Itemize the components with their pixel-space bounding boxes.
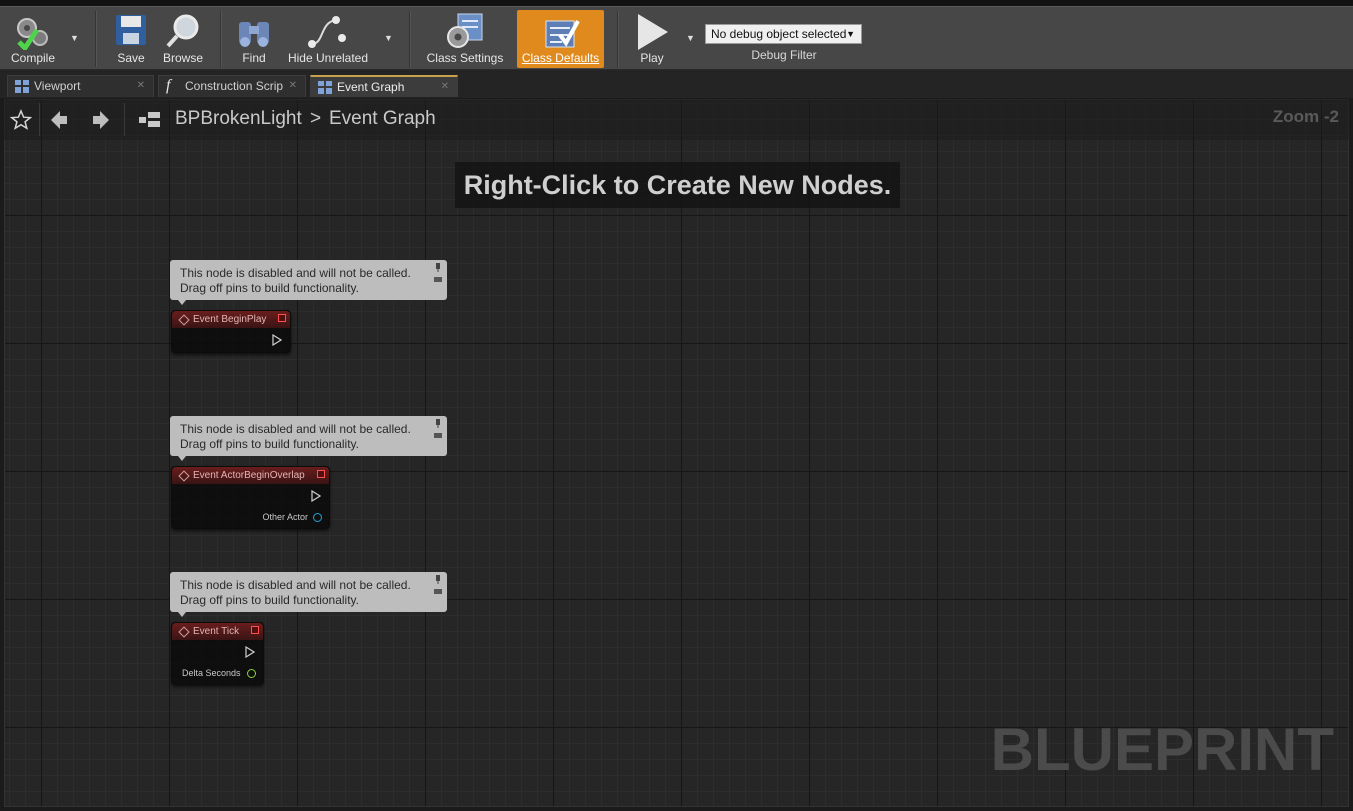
compile-options-chevron-icon[interactable]: ▼ <box>70 33 79 43</box>
exec-pin-icon[interactable] <box>272 334 282 346</box>
toolbar-separator <box>220 11 222 67</box>
hide-unrelated-options-chevron-icon[interactable]: ▼ <box>384 33 393 43</box>
disabled-indicator-icon <box>251 626 259 634</box>
compile-button[interactable]: Compile <box>5 7 61 70</box>
document-tab-bar: Viewport ✕ f Construction Scrip ✕ Event … <box>0 70 1353 98</box>
class-settings-icon <box>447 13 483 48</box>
event-node-beginplay[interactable]: Event BeginPlay <box>171 310 291 353</box>
find-button[interactable]: Find <box>232 7 276 70</box>
node-comment-bubble: This node is disabled and will not be ca… <box>170 260 447 305</box>
class-defaults-button[interactable]: Class Defaults <box>517 10 604 68</box>
toolbar-separator <box>409 11 411 67</box>
zoom-level: Zoom -2 <box>1272 107 1339 126</box>
toolbar-separator <box>95 11 97 67</box>
magnifier-icon <box>166 14 199 48</box>
event-node-tick[interactable]: Event Tick Delta Seconds <box>171 622 264 685</box>
save-icon <box>116 15 146 45</box>
pin-label: Other Actor <box>262 512 308 522</box>
node-comment-bubble: This node is disabled and will not be ca… <box>170 572 447 617</box>
pin-icon[interactable] <box>433 419 443 439</box>
event-graph-icon <box>318 81 332 94</box>
disabled-indicator-icon <box>317 470 325 478</box>
exec-pin-icon[interactable] <box>311 490 321 502</box>
pin-label: Delta Seconds <box>182 668 241 678</box>
close-icon[interactable]: ✕ <box>289 76 297 96</box>
debug-filter-label: Debug Filter <box>751 48 817 62</box>
nav-separator <box>124 103 125 136</box>
float-pin-icon[interactable] <box>247 669 256 678</box>
save-button[interactable]: Save <box>108 7 154 70</box>
play-options-chevron-icon[interactable]: ▼ <box>686 33 695 43</box>
pin-icon[interactable] <box>433 575 443 595</box>
toolbar-separator <box>617 11 619 67</box>
graph-nav-bar: BPBrokenLight > Event Graph Zoom -2 <box>4 99 1349 140</box>
event-node-actorbeginoverlap[interactable]: Event ActorBeginOverlap Other Actor <box>171 466 330 529</box>
back-arrow-icon[interactable] <box>49 109 69 131</box>
tab-event-graph[interactable]: Event Graph ✕ <box>310 75 458 97</box>
play-icon <box>638 14 668 50</box>
nav-separator <box>39 103 40 136</box>
close-icon[interactable]: ✕ <box>137 76 145 96</box>
graph-canvas[interactable]: Right-Click to Create New Nodes. This no… <box>4 99 1349 807</box>
debug-object-select[interactable]: No debug object selected ▼ <box>705 24 862 44</box>
forward-arrow-icon[interactable] <box>91 109 111 131</box>
hide-unrelated-button[interactable]: Hide Unrelated <box>285 7 371 70</box>
viewport-icon <box>15 80 29 93</box>
disabled-indicator-icon <box>278 314 286 322</box>
browse-button[interactable]: Browse <box>160 7 206 70</box>
node-comment-bubble: This node is disabled and will not be ca… <box>170 416 447 461</box>
class-settings-button[interactable]: Class Settings <box>422 7 508 70</box>
tab-construction-script[interactable]: f Construction Scrip ✕ <box>158 75 306 97</box>
chevron-down-icon: ▼ <box>846 29 855 39</box>
graph-icon <box>139 112 160 127</box>
breadcrumb-current: Event Graph <box>329 108 436 129</box>
blueprint-watermark: BLUEPRINT <box>990 716 1334 783</box>
event-diamond-icon <box>178 314 190 326</box>
binoculars-icon <box>239 22 269 47</box>
compile-icon <box>17 18 48 50</box>
function-icon: f <box>166 77 171 94</box>
event-diamond-icon <box>178 626 190 638</box>
graph-nodes-icon <box>308 16 346 48</box>
object-pin-icon[interactable] <box>313 513 322 522</box>
class-defaults-icon <box>545 20 580 48</box>
toolbar: Compile ▼ Save Browse Find Hide Unrelate… <box>0 6 1353 70</box>
empty-graph-hint: Right-Click to Create New Nodes. <box>455 162 900 208</box>
tab-viewport[interactable]: Viewport ✕ <box>7 75 154 97</box>
breadcrumb-separator: > <box>310 108 322 129</box>
event-diamond-icon <box>178 470 190 482</box>
pin-icon[interactable] <box>433 263 443 283</box>
breadcrumb-root[interactable]: BPBrokenLight <box>175 108 302 130</box>
favorite-star-icon[interactable] <box>10 109 32 131</box>
play-button[interactable]: Play <box>627 7 677 70</box>
exec-pin-icon[interactable] <box>245 646 255 658</box>
close-icon[interactable]: ✕ <box>441 77 449 97</box>
